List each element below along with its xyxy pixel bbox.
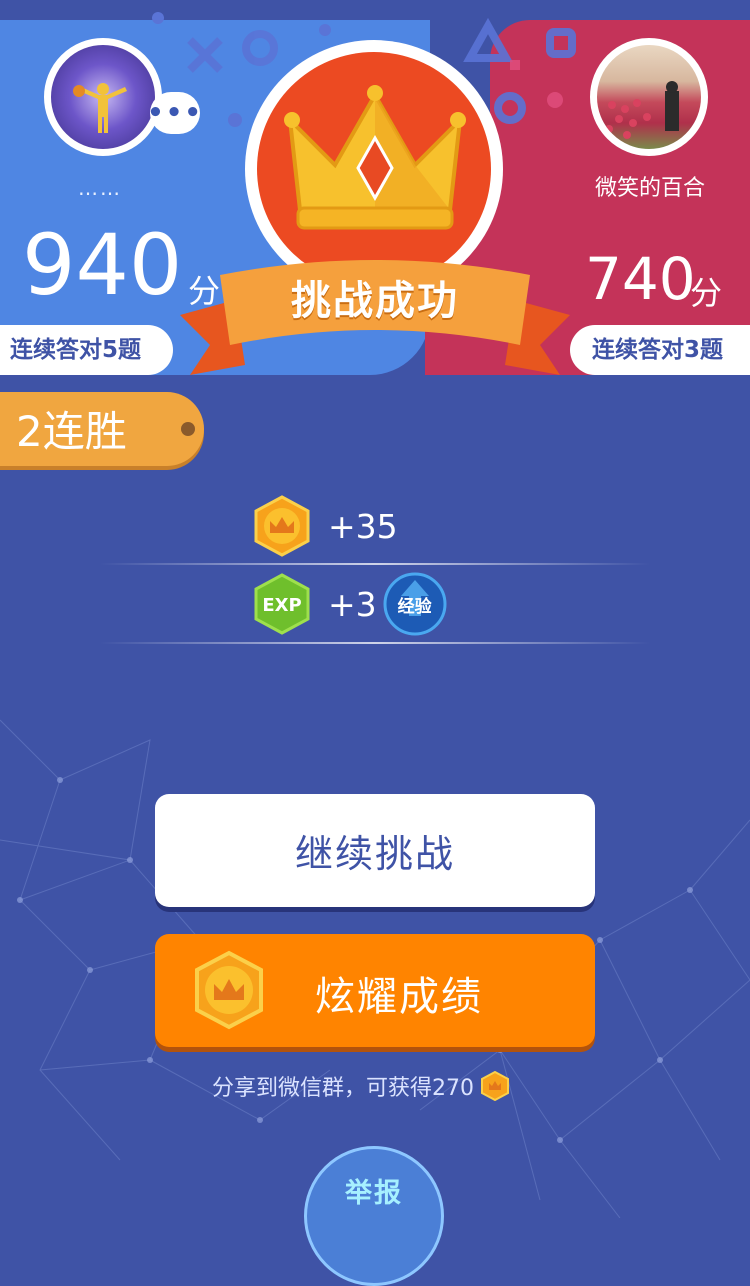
svg-text:EXP: EXP: [262, 595, 301, 616]
report-label: 举报: [345, 1178, 403, 1209]
right-player-name: 微笑的百合: [594, 176, 705, 201]
right-correct-streak: 连续答对3题: [570, 325, 750, 375]
crown-coin-icon: [481, 1071, 509, 1101]
show-off-button[interactable]: 炫耀成绩: [155, 934, 595, 1047]
exp-badge-label: 经验: [397, 597, 432, 617]
right-player-avatar[interactable]: [590, 38, 708, 156]
crown-icon: [284, 85, 466, 230]
left-player-score: 940: [22, 216, 183, 314]
tag-hole-dot: [181, 422, 195, 436]
show-off-label: 炫耀成绩: [315, 974, 483, 1020]
challenge-success-title: 挑战成功: [291, 278, 459, 324]
more-dots-icon[interactable]: •••: [147, 92, 201, 134]
continue-challenge-button[interactable]: 继续挑战: [155, 794, 595, 907]
reward-divider: [100, 563, 650, 565]
exp-reward-row: EXP +3 经验: [250, 572, 447, 636]
crown-coin-icon: [254, 495, 310, 557]
share-tip-text: 分享到微信群，可获得270: [212, 1076, 474, 1101]
exp-gem-icon: EXP: [254, 573, 310, 635]
share-reward-tip: 分享到微信群，可获得270: [212, 1070, 510, 1102]
win-streak-tag: 2连胜: [0, 392, 204, 466]
coin-reward-row: +35: [250, 495, 398, 557]
win-streak-label: 2连胜: [16, 407, 127, 456]
reward-divider: [100, 642, 650, 644]
exp-reward-amount: +3: [328, 584, 377, 624]
exp-badge: 经验: [383, 572, 447, 636]
right-player-score: 740: [585, 245, 696, 313]
left-correct-streak: 连续答对5题: [0, 325, 173, 375]
left-player-avatar[interactable]: [44, 38, 162, 156]
right-score-unit: 分: [690, 274, 723, 312]
report-button[interactable]: 举报: [304, 1146, 444, 1286]
network-background: [0, 719, 750, 1218]
left-player-name: ……: [78, 176, 122, 200]
crown-coin-icon: [195, 950, 263, 1030]
coin-reward-amount: +35: [328, 506, 398, 546]
